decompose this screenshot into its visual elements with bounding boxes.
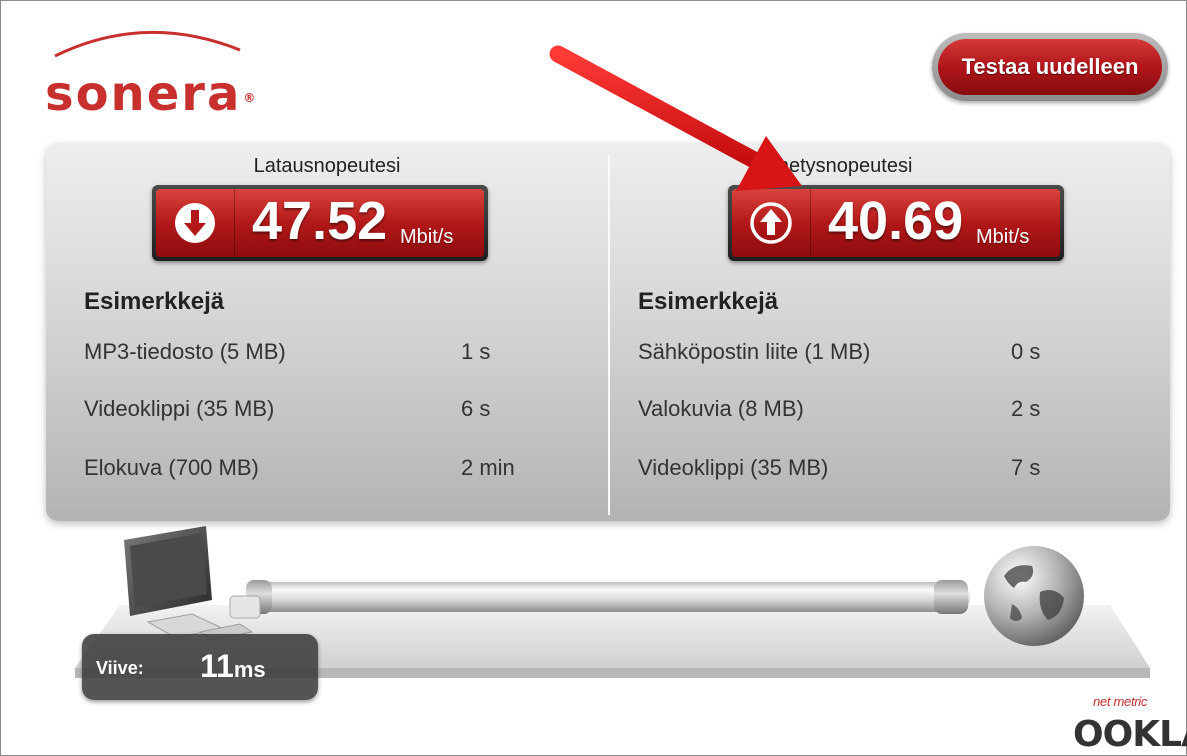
upload-examples-title: Esimerkkejä: [638, 288, 779, 315]
upload-speed-unit: Mbit/s: [976, 226, 1030, 248]
example-label: Elokuva (700 MB): [84, 455, 259, 480]
example-time: 1 s: [461, 339, 491, 364]
retest-button[interactable]: Testaa uudelleen: [932, 33, 1168, 101]
down-arrow-icon: [175, 203, 215, 243]
latency-unit: ms: [233, 657, 266, 682]
example-time: 6 s: [461, 396, 491, 421]
example-time: 0 s: [1011, 339, 1041, 364]
globe-icon: [984, 546, 1084, 646]
example-time: 7 s: [1011, 455, 1041, 480]
up-arrow-icon: [750, 202, 792, 244]
logo-registered-mark: ®: [243, 91, 258, 105]
download-speed-box: 47.52 Mbit/s: [152, 185, 488, 261]
download-speed-unit: Mbit/s: [400, 226, 454, 248]
download-examples-title: Esimerkkejä: [84, 288, 225, 315]
ookla-logo: net metric OOKLA: [1063, 690, 1187, 756]
download-speed-value: 47.52: [252, 191, 388, 251]
latency-box: Viive: 11ms: [82, 634, 318, 700]
example-label: Valokuvia (8 MB): [638, 396, 804, 421]
example-label: Videoklippi (35 MB): [638, 455, 829, 480]
upload-speed-value: 40.69: [828, 191, 964, 251]
logo-text: sonera: [45, 66, 242, 122]
logo-arc-icon: [54, 30, 241, 58]
annotation-arrow-icon: [549, 45, 802, 191]
example-label: Videoklippi (35 MB): [84, 396, 275, 421]
example-label: Sähköpostin liite (1 MB): [638, 339, 871, 364]
ookla-net-metrics-text: net metric: [1093, 694, 1148, 709]
sonera-logo: sonera ®: [45, 18, 305, 118]
example-label: MP3-tiedosto (5 MB): [84, 339, 286, 364]
download-section: Latausnopeutesi 47.52 Mbit/s Esimerkkejä…: [46, 143, 608, 521]
latency-label: Viive:: [96, 658, 144, 678]
ookla-wordmark: OOKLA: [1073, 714, 1187, 755]
retest-button-label: Testaa uudelleen: [938, 39, 1162, 95]
example-time: 2 min: [461, 455, 515, 480]
latency-value: 11: [200, 648, 234, 684]
download-title: Latausnopeutesi: [253, 155, 401, 177]
example-time: 2 s: [1011, 396, 1041, 421]
